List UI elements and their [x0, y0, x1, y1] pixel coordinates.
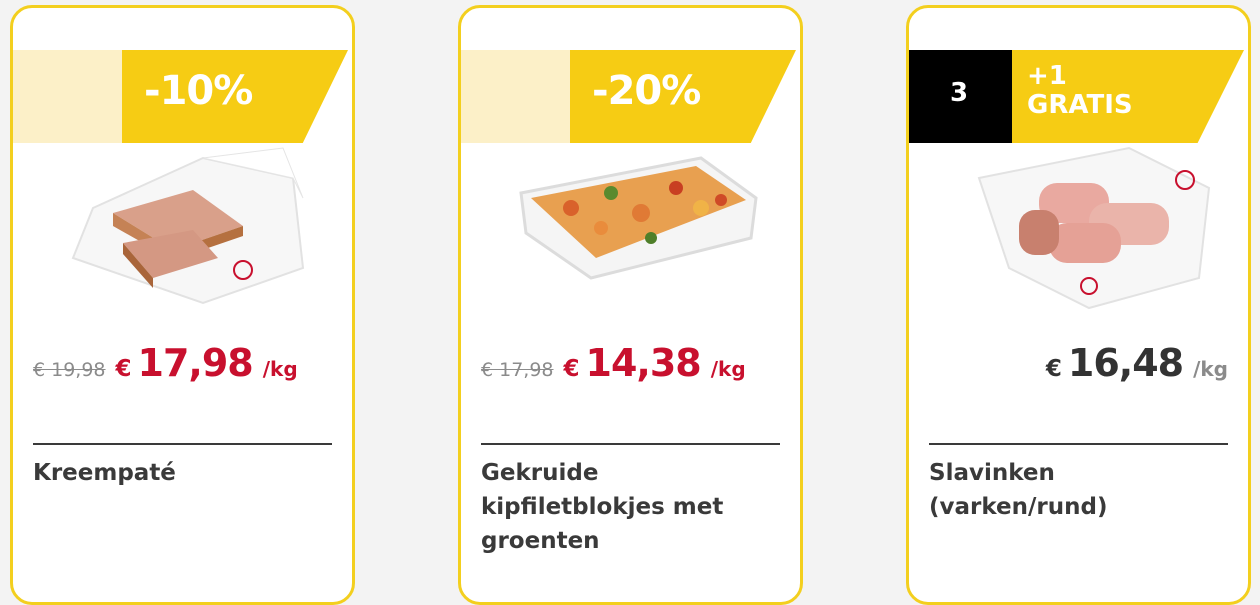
promo-ribbon: -10% [13, 50, 350, 143]
product-card-kreempate[interactable]: -10% € 19,98 € 17,98 /kg Kreempaté [10, 5, 355, 605]
promo-gratis: GRATIS [1027, 90, 1133, 120]
price-unit: /kg [710, 357, 746, 381]
ribbon-yellow-segment: -20% [570, 50, 796, 143]
old-price: € 19,98 [33, 359, 106, 381]
product-name[interactable]: Slavinken (varken/rund) [929, 456, 1228, 524]
divider [481, 443, 780, 445]
currency-symbol: € [115, 356, 132, 382]
current-price: 16,48 [1067, 341, 1184, 385]
currency-symbol: € [563, 356, 580, 382]
product-card-kipfiletblokjes[interactable]: -20% € 17,98 € 14,38 /kg Gekruide kipfil… [458, 5, 803, 605]
ribbon-pale-segment [461, 50, 570, 143]
discount-badge: -20% [592, 68, 701, 114]
ribbon-black-segment: 3 [909, 50, 1012, 143]
ribbon-pale-segment [13, 50, 122, 143]
promo-count: 3 [949, 78, 969, 108]
kipfiletblokjes-icon [519, 156, 758, 280]
price-row: € 16,48 /kg [929, 341, 1228, 389]
price-row: € 19,98 € 17,98 /kg [33, 341, 332, 389]
kreempate-icon [71, 147, 305, 305]
promo-ribbon: 3 +1 GRATIS [909, 50, 1246, 143]
discount-badge: -10% [144, 68, 253, 114]
price-unit: /kg [262, 357, 298, 381]
product-card-slavinken[interactable]: 3 +1 GRATIS € 16,48 /kg Slavinken (varke… [906, 5, 1251, 605]
current-price: 14,38 [585, 341, 702, 385]
product-name[interactable]: Gekruide kipfiletblokjes met groenten [481, 456, 780, 558]
product-name[interactable]: Kreempaté [33, 456, 332, 490]
currency-symbol: € [1045, 356, 1062, 382]
ribbon-yellow-segment: +1 GRATIS [1012, 50, 1244, 143]
divider [33, 443, 332, 445]
price-row: € 17,98 € 14,38 /kg [481, 341, 780, 389]
promo-plus: +1 [1027, 61, 1067, 91]
divider [929, 443, 1228, 445]
current-price: 17,98 [137, 341, 254, 385]
old-price: € 17,98 [481, 359, 554, 381]
promo-ribbon: -20% [461, 50, 798, 143]
ribbon-yellow-segment: -10% [122, 50, 348, 143]
promo-free-label: +1 GRATIS [1027, 62, 1133, 120]
slavinken-icon [977, 146, 1211, 310]
price-unit: /kg [1193, 357, 1228, 381]
